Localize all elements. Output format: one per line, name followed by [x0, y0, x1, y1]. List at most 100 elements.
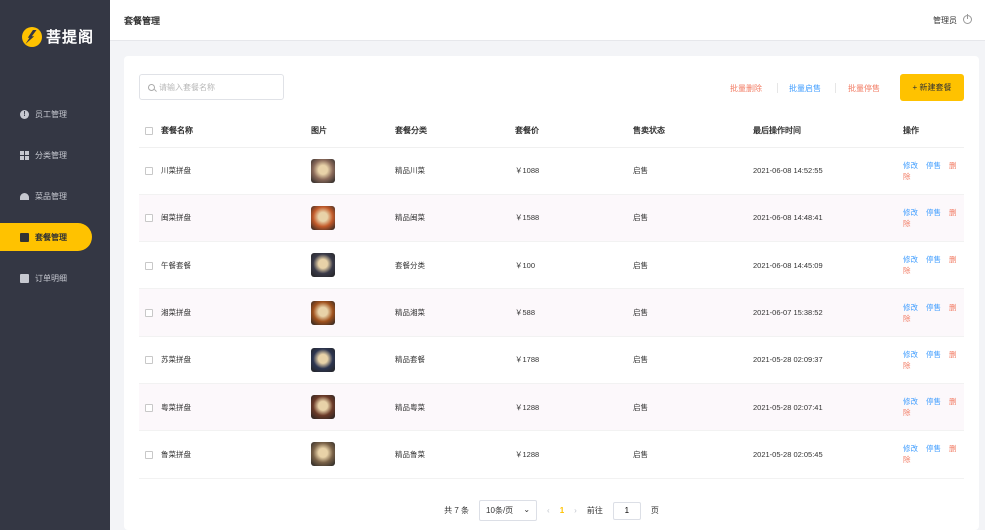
edit-button[interactable]: 修改: [903, 303, 918, 312]
setmeal-image: [311, 442, 335, 467]
chevron-down-icon: ⌄: [523, 505, 531, 514]
search-input[interactable]: [159, 82, 269, 92]
cell-time: 2021-05-28 02:09:37: [753, 336, 883, 384]
stop-sale-button[interactable]: 停售: [926, 255, 941, 264]
page-suffix: 页: [650, 506, 659, 515]
edit-button[interactable]: 修改: [903, 161, 918, 170]
table-header-row: 套餐名称 图片 套餐分类 套餐价 售卖状态 最后操作时间 操作: [139, 114, 964, 148]
col-category: 套餐分类: [395, 114, 515, 148]
prev-page-button[interactable]: ‹: [547, 506, 550, 515]
setmeal-table: 套餐名称 图片 套餐分类 套餐价 售卖状态 最后操作时间 操作 川菜拼盘 精品川菜…: [139, 114, 964, 479]
cell-time: 2021-06-08 14:52:55: [753, 147, 883, 195]
cell-time: 2021-06-08 14:45:09: [753, 241, 883, 290]
sidebar-item-label: 套餐管理: [35, 232, 67, 242]
goto-label: 前往: [586, 506, 603, 515]
cell-status: 启售: [633, 383, 753, 432]
row-checkbox[interactable]: [145, 356, 153, 365]
cell-name: 鲁菜拼盘: [161, 430, 311, 479]
row-checkbox[interactable]: [145, 261, 153, 270]
stop-sale-button[interactable]: 停售: [926, 397, 941, 406]
page-size-select[interactable]: 10条/页 ⌄: [479, 500, 538, 521]
sidebar-item-dish[interactable]: 菜品管理: [0, 182, 110, 210]
cell-time: 2021-06-08 14:48:41: [753, 194, 883, 243]
batch-delete-button[interactable]: 批量删除: [730, 83, 762, 94]
sidebar-item-label: 菜品管理: [35, 191, 67, 201]
top-bar: 套餐管理 管理员: [110, 0, 985, 41]
power-icon[interactable]: [963, 14, 972, 24]
setmeal-image: [311, 347, 335, 372]
row-checkbox[interactable]: [145, 450, 153, 459]
divider: [835, 83, 836, 93]
sidebar-item-category[interactable]: 分类管理: [0, 141, 110, 169]
row-checkbox[interactable]: [145, 403, 153, 412]
cell-status: 启售: [633, 288, 753, 337]
table-row: 川菜拼盘 精品川菜 ￥1088 启售 2021-06-08 14:52:55 修改 停售 删除: [139, 147, 964, 195]
select-all-checkbox[interactable]: [145, 126, 153, 135]
cell-category: 精品闽菜: [395, 194, 515, 243]
info-icon: !: [20, 109, 29, 119]
setmeal-image: [311, 205, 335, 230]
cell-status: 启售: [633, 430, 753, 479]
sidebar: 菩提阁 ! 员工管理 分类管理 菜品管理 套餐管理 订单明细: [0, 0, 110, 530]
total-count: 共 7 条: [444, 506, 470, 515]
edit-button[interactable]: 修改: [903, 350, 918, 359]
edit-button[interactable]: 修改: [903, 255, 918, 264]
cell-name: 粤菜拼盘: [161, 383, 311, 432]
col-image: 图片: [311, 114, 395, 148]
add-setmeal-button[interactable]: + 新建套餐: [900, 74, 964, 101]
sidebar-item-employee[interactable]: ! 员工管理: [0, 100, 110, 128]
cell-name: 午餐套餐: [161, 241, 311, 290]
setmeal-image: [311, 300, 335, 325]
page-size-value: 10条/页: [486, 506, 514, 515]
lightning-logo-icon: [22, 26, 42, 47]
cell-category: 精品套餐: [395, 336, 515, 384]
search-box: [139, 74, 284, 100]
logo: 菩提阁: [22, 26, 94, 47]
gift-icon: [20, 232, 29, 242]
cell-category: 精品鲁菜: [395, 430, 515, 479]
cell-category: 精品粤菜: [395, 383, 515, 432]
table-row: 闽菜拼盘 精品闽菜 ￥1588 启售 2021-06-08 14:48:41 修改 停售 删除: [139, 194, 964, 243]
clipboard-icon: [20, 273, 29, 283]
cell-price: ￥1788: [515, 336, 633, 384]
row-checkbox[interactable]: [145, 309, 153, 318]
row-checkbox[interactable]: [145, 214, 153, 223]
cell-status: 启售: [633, 336, 753, 384]
cell-price: ￥588: [515, 288, 633, 337]
goto-page-input[interactable]: [612, 501, 641, 520]
dish-icon: [20, 192, 29, 200]
col-name: 套餐名称: [161, 114, 311, 148]
stop-sale-button[interactable]: 停售: [926, 161, 941, 170]
cell-status: 启售: [633, 147, 753, 195]
edit-button[interactable]: 修改: [903, 208, 918, 217]
sidebar-item-label: 分类管理: [35, 150, 67, 160]
sidebar-item-orders[interactable]: 订单明细: [0, 264, 110, 292]
cell-name: 川菜拼盘: [161, 147, 311, 195]
row-checkbox[interactable]: [145, 167, 153, 176]
batch-enable-button[interactable]: 批量启售: [789, 83, 821, 94]
sidebar-item-label: 员工管理: [35, 109, 67, 119]
cell-price: ￥1588: [515, 194, 633, 243]
sidebar-item-setmeal[interactable]: 套餐管理: [0, 223, 92, 251]
table-row: 鲁菜拼盘 精品鲁菜 ￥1288 启售 2021-05-28 02:05:45 修改 停售 删除: [139, 430, 964, 479]
table-row: 湘菜拼盘 精品湘菜 ￥588 启售 2021-06-07 15:38:52 修改 停售 删除: [139, 288, 964, 337]
edit-button[interactable]: 修改: [903, 444, 918, 453]
setmeal-image: [311, 158, 335, 183]
stop-sale-button[interactable]: 停售: [926, 303, 941, 312]
table-row: 苏菜拼盘 精品套餐 ￥1788 启售 2021-05-28 02:09:37 修改 停售 删除: [139, 336, 964, 384]
cell-time: 2021-05-28 02:05:45: [753, 430, 883, 479]
next-page-button[interactable]: ›: [574, 506, 577, 515]
batch-disable-button[interactable]: 批量停售: [848, 83, 880, 94]
table-row: 午餐套餐 套餐分类 ￥100 启售 2021-06-08 14:45:09 修改 停售 删除: [139, 241, 964, 290]
stop-sale-button[interactable]: 停售: [926, 208, 941, 217]
page-number-current[interactable]: 1: [560, 506, 564, 515]
stop-sale-button[interactable]: 停售: [926, 350, 941, 359]
setmeal-image: [311, 253, 335, 278]
col-actions: 操作: [883, 114, 964, 148]
cell-status: 启售: [633, 194, 753, 243]
pagination: 共 7 条 10条/页 ⌄ ‹ 1 › 前往 页: [124, 500, 979, 521]
stop-sale-button[interactable]: 停售: [926, 444, 941, 453]
cell-time: 2021-05-28 02:07:41: [753, 383, 883, 432]
sidebar-nav: ! 员工管理 分类管理 菜品管理 套餐管理 订单明细: [0, 100, 110, 305]
edit-button[interactable]: 修改: [903, 397, 918, 406]
